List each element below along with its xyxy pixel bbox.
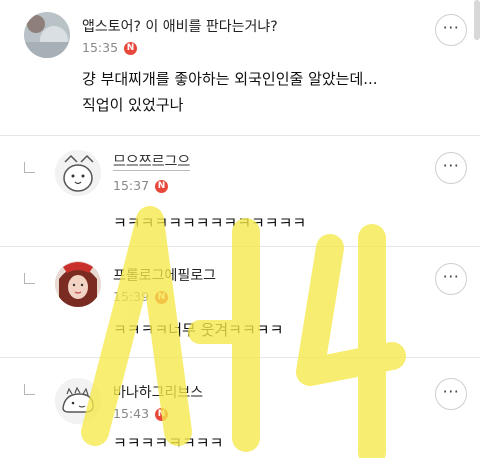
reply-indicator-icon — [24, 384, 35, 395]
avatar[interactable] — [55, 378, 101, 424]
avatar[interactable] — [55, 150, 101, 196]
nickname[interactable]: 프롤로그에필로그 — [113, 265, 216, 285]
nickname[interactable]: 므으쯔르그으 — [113, 154, 191, 171]
comment-text-line: 걍 부대찌개를 좋아하는 외국인인줄 알았는데... — [82, 70, 378, 88]
more-icon: ··· — [442, 156, 460, 175]
more-icon: ··· — [442, 382, 460, 401]
timestamp: 15:43 — [113, 406, 150, 421]
comment-list: 앱스토어? 이 애비를 판다는거냐? 15:35 N 걍 부대찌개를 좋아하는 … — [0, 0, 480, 458]
timestamp: 15:39 — [113, 289, 150, 304]
reply-item: 바나하그리브스 15:43 N ㅋㅋㅋㅋㅋㅋㅋㅋ ··· — [0, 358, 480, 458]
reply-indicator-icon — [24, 162, 35, 173]
new-badge: N — [155, 180, 168, 193]
comment-text-line: ㅋㅋㅋㅋㅋㅋㅋㅋㅋㅋㅋㅋㅋㅋ — [113, 214, 307, 232]
new-badge: N — [124, 42, 137, 55]
more-options-button[interactable]: ··· — [435, 14, 467, 46]
reply-item: 프롤로그에필로그 15:39 N ㅋㅋㅋㅋ너무 웃겨ㅋㅋㅋㅋ ··· — [0, 247, 480, 357]
nickname[interactable]: 바나하그리브스 — [113, 382, 203, 402]
more-icon: ··· — [442, 18, 460, 37]
more-options-button[interactable]: ··· — [435, 263, 467, 295]
reply-item: 므으쯔르그으 15:37 N ㅋㅋㅋㅋㅋㅋㅋㅋㅋㅋㅋㅋㅋㅋ ··· — [0, 136, 480, 246]
comment-text-line: ㅋㅋㅋㅋ너무 웃겨ㅋㅋㅋㅋ — [113, 321, 284, 339]
more-options-button[interactable]: ··· — [435, 152, 467, 184]
timestamp: 15:35 — [82, 40, 119, 55]
comment-text-line: 직업이 있었구나 — [82, 96, 184, 114]
avatar[interactable] — [55, 261, 101, 307]
more-options-button[interactable]: ··· — [435, 378, 467, 410]
comment-item: 앱스토어? 이 애비를 판다는거냐? 15:35 N 걍 부대찌개를 좋아하는 … — [0, 0, 480, 135]
avatar[interactable] — [24, 12, 70, 58]
timestamp: 15:37 — [113, 178, 150, 193]
more-icon: ··· — [442, 267, 460, 286]
reply-indicator-icon — [24, 273, 35, 284]
new-badge: N — [155, 408, 168, 421]
comment-text-line: ㅋㅋㅋㅋㅋㅋㅋㅋ — [113, 434, 224, 452]
nickname[interactable]: 앱스토어? 이 애비를 판다는거냐? — [82, 16, 278, 36]
new-badge: N — [155, 291, 168, 304]
